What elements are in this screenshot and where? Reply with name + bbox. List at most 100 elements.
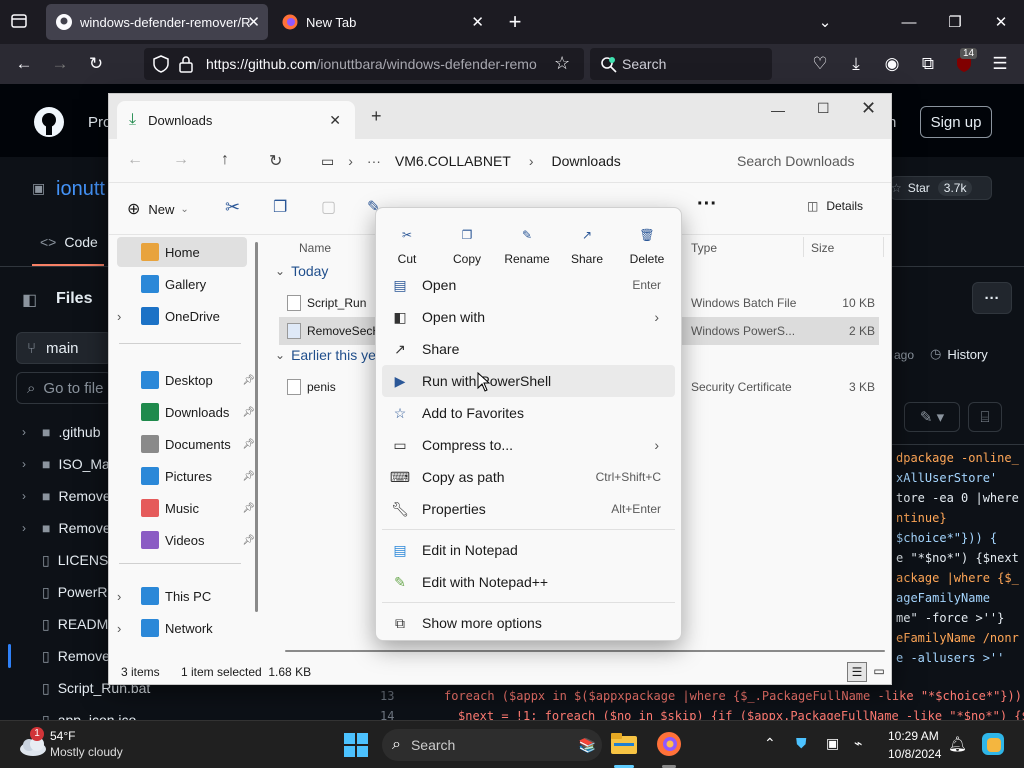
new-button[interactable]: ⊕ New ⌄ [127,199,189,219]
nav-item-network[interactable]: › Network [117,613,247,643]
tiles-view-icon[interactable]: ▭ [869,662,889,682]
copilot-icon[interactable] [980,731,1006,757]
paste-icon[interactable]: ▢ [321,197,336,217]
breadcrumb-downloads[interactable]: Downloads [552,153,621,169]
explorer-search-input[interactable]: Search Downloads [723,145,889,177]
menu-item-add-to-favorites[interactable]: ☆ Add to Favorites [382,397,675,429]
menu-item-open[interactable]: ▤ Open Enter [382,269,675,301]
github-logo-icon[interactable] [33,106,65,138]
tab-list-icon[interactable] [8,10,30,32]
cut-icon[interactable]: ✂ [225,197,240,218]
menu-item-open-with[interactable]: ◧ Open with › [382,301,675,333]
pin-icon[interactable]: 📌︎ [242,471,255,482]
breadcrumb-vm6[interactable]: VM6.COLLABNET [395,153,511,169]
file-explorer-taskbar-icon[interactable] [610,731,638,757]
defender-tray-icon[interactable]: ⛊ [796,735,807,752]
pocket-icon[interactable]: ♡ [806,50,834,78]
back-icon[interactable]: ← [127,151,143,169]
edit-button[interactable]: ✎ ▾ [904,402,960,432]
quick-action-copy[interactable]: ❐ Copy [438,214,496,266]
pin-icon[interactable]: 📌︎ [242,375,255,386]
more-options-button[interactable]: ··· [972,282,1012,314]
date-label[interactable]: 10/8/2024 [888,747,941,761]
restore-window-button[interactable]: ❐ [932,0,978,44]
nav-item-pictures[interactable]: Pictures 📌︎ [117,461,255,491]
nav-item-downloads[interactable]: Downloads 📌︎ [117,397,255,427]
new-tab-button[interactable]: + [492,0,538,44]
reload-icon[interactable]: ↻ [82,50,110,78]
forward-icon[interactable]: → [46,50,74,78]
nav-item-videos[interactable]: Videos 📌︎ [117,525,255,555]
menu-item-properties[interactable]: 🔧︎ Properties Alt+Enter [382,493,675,525]
firefox-taskbar-icon[interactable] [656,731,682,757]
close-tab-icon[interactable]: ✕ [247,13,260,31]
nav-item-music[interactable]: Music 📌︎ [117,493,255,523]
tab-code[interactable]: <> Code [40,234,98,250]
quick-action-cut[interactable]: ✂ Cut [378,214,436,266]
menu-item-compress-to[interactable]: ▭ Compress to... › [382,429,675,461]
address-field[interactable]: ▭ › ··· VM6.COLLABNET › Downloads [309,143,713,179]
weather-widget[interactable]: 1 54°F Mostly cloudy [14,727,164,763]
account-icon[interactable]: ◉ [878,50,906,78]
nav-item-home[interactable]: Home [117,237,247,267]
column-size[interactable]: Size [811,241,834,255]
url-bar[interactable]: https://github.com/ionuttbara/windows-de… [144,48,584,80]
tray-app-icon[interactable]: ▣ [826,735,839,752]
forward-icon[interactable]: → [173,151,189,169]
maximize-window-button[interactable]: ☐ [817,100,830,117]
menu-item-share[interactable]: ↗ Share [382,333,675,365]
menu-item-edit-in-notepad[interactable]: ▤ Edit in Notepad [382,534,675,566]
back-icon[interactable]: ← [10,50,38,78]
pin-icon[interactable]: 📌︎ [242,407,255,418]
minimize-window-button[interactable]: — [886,0,932,44]
nav-item-desktop[interactable]: Desktop 📌︎ [117,365,255,395]
extensions-icon[interactable]: ⧉ [914,50,942,78]
tree-item[interactable]: ▯ app_icon.ico [22,704,142,721]
menu-item-run-with-powershell[interactable]: ▶ Run with PowerShell [382,365,675,397]
refresh-icon[interactable]: ↻ [269,151,282,171]
close-window-button[interactable]: ✕ [978,0,1024,44]
nav-item-gallery[interactable]: Gallery [117,269,247,299]
close-tab-icon[interactable]: ✕ [329,112,341,129]
history-button[interactable]: ◷ History [930,346,988,362]
pin-icon[interactable]: 📌︎ [242,535,255,546]
nav-item-this-pc[interactable]: › This PC [117,581,247,611]
close-tab-icon[interactable]: ✕ [471,13,484,31]
tab-github[interactable]: windows-defender-remover/Re ✕ [46,4,268,40]
tab-new-tab[interactable]: New Tab ✕ [272,4,494,40]
nav-scrollbar[interactable] [255,242,258,612]
quick-action-delete[interactable]: 🗑︎ Delete [618,214,676,266]
pin-icon[interactable]: 📌︎ [242,503,255,514]
taskbar-search-box[interactable]: ⌕ Search 📚 [382,729,602,761]
group-header[interactable]: ⌄ Earlier this ye [275,347,376,363]
symbols-button[interactable]: ⌸ [968,402,1002,432]
shield-icon[interactable] [152,55,170,73]
notification-bell-icon[interactable]: 🔔︎ [948,735,967,753]
nav-item-documents[interactable]: Documents 📌︎ [117,429,255,459]
close-window-button[interactable]: ✕ [861,98,876,119]
menu-item-copy-as-path[interactable]: ⌨ Copy as path Ctrl+Shift+C [382,461,675,493]
details-view-icon[interactable]: ☰ [847,662,867,682]
minimize-window-button[interactable]: — [771,102,785,118]
download-icon[interactable]: ⤓ [842,50,870,78]
repo-owner-link[interactable]: ionutt [56,178,105,201]
pin-icon[interactable]: 📌︎ [242,439,255,450]
explorer-tab-downloads[interactable]: ⤓ Downloads ✕ [117,101,355,139]
menu-item-edit-with-notepad[interactable]: ✎ Edit with Notepad++ [382,566,675,598]
menu-item-show-more-options[interactable]: ⧉ Show more options [382,607,675,639]
nav-item-onedrive[interactable]: › OneDrive [117,301,247,331]
see-more-icon[interactable]: ··· [697,193,717,216]
bookmark-star-icon[interactable]: ☆ [554,53,570,74]
start-button[interactable] [344,733,368,757]
column-name[interactable]: Name [299,241,331,255]
horizontal-scrollbar[interactable] [285,650,885,652]
network-tray-icon[interactable]: ⌁ [854,735,862,752]
tab-overflow-chevron-icon[interactable]: ⌄ [802,0,848,44]
new-tab-icon[interactable]: + [371,106,382,127]
quick-action-share[interactable]: ↗ Share [558,214,616,266]
breadcrumb-overflow-icon[interactable]: ··· [367,153,381,169]
quick-action-rename[interactable]: ✎ Rename [498,214,556,266]
lock-icon[interactable] [178,55,194,73]
branch-selector[interactable]: ⑂ main [16,332,112,364]
menu-icon[interactable]: ☰ [986,50,1014,78]
